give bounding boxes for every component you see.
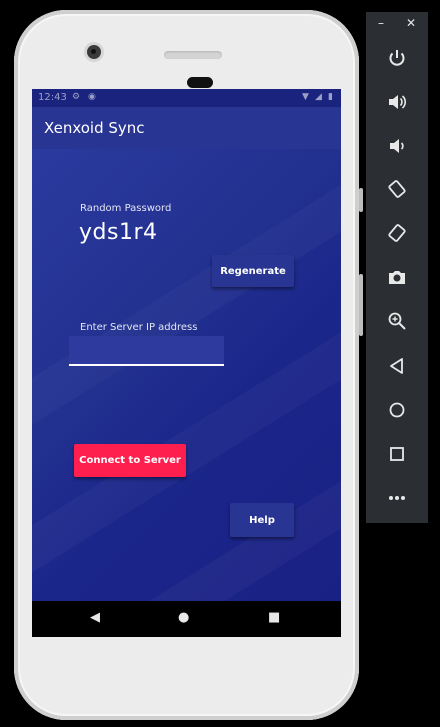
regenerate-button[interactable]: Regenerate	[212, 255, 294, 287]
recents-icon[interactable]: ■	[268, 610, 280, 625]
app-title: Xenxoid Sync	[44, 119, 145, 137]
main-content: Random Password yds1r4 Regenerate Enter …	[32, 149, 341, 601]
password-label: Random Password	[80, 203, 172, 214]
overview-icon[interactable]	[387, 444, 407, 464]
password-value: yds1r4	[79, 220, 158, 245]
sensor-grill	[164, 51, 222, 59]
more-icon[interactable]	[387, 488, 407, 508]
front-camera	[87, 45, 101, 59]
earpiece	[187, 77, 213, 88]
notification-icon: ◉	[88, 92, 96, 102]
app-bar: Xenxoid Sync	[32, 107, 341, 149]
help-button[interactable]: Help	[230, 503, 294, 537]
power-icon[interactable]	[387, 48, 407, 68]
rotate-right-icon[interactable]	[387, 223, 407, 243]
status-bar: 12:43 ⚙ ◉ ▼ ◢ ▮	[32, 89, 341, 107]
back-icon[interactable]	[387, 356, 407, 376]
device-screen: 12:43 ⚙ ◉ ▼ ◢ ▮ Xenxoid Sync Random Pass…	[32, 89, 341, 637]
volume-down-icon[interactable]	[387, 136, 407, 156]
connect-button[interactable]: Connect to Server	[74, 444, 186, 477]
minimize-icon[interactable]: –	[378, 16, 384, 30]
close-icon[interactable]: ✕	[406, 16, 416, 30]
background-stripe	[32, 149, 341, 465]
battery-icon: ▮	[328, 92, 333, 102]
back-icon[interactable]: ◀	[90, 610, 100, 625]
volume-up-icon[interactable]	[387, 92, 407, 112]
camera-icon[interactable]	[387, 267, 407, 287]
ip-label: Enter Server IP address	[80, 322, 198, 333]
zoom-icon[interactable]	[387, 311, 407, 331]
home-icon[interactable]	[387, 400, 407, 420]
volume-rocker	[359, 274, 363, 336]
home-icon[interactable]: ●	[178, 610, 189, 625]
server-ip-input[interactable]	[69, 336, 224, 366]
side-button	[359, 188, 363, 212]
rotate-left-icon[interactable]	[387, 179, 407, 199]
wifi-icon: ▼	[302, 92, 309, 102]
emulator-toolbar: – ✕	[366, 12, 428, 523]
navigation-bar: ◀ ● ■	[32, 601, 341, 637]
signal-icon: ◢	[315, 92, 322, 102]
settings-icon: ⚙	[72, 92, 81, 102]
status-time: 12:43	[38, 92, 67, 103]
